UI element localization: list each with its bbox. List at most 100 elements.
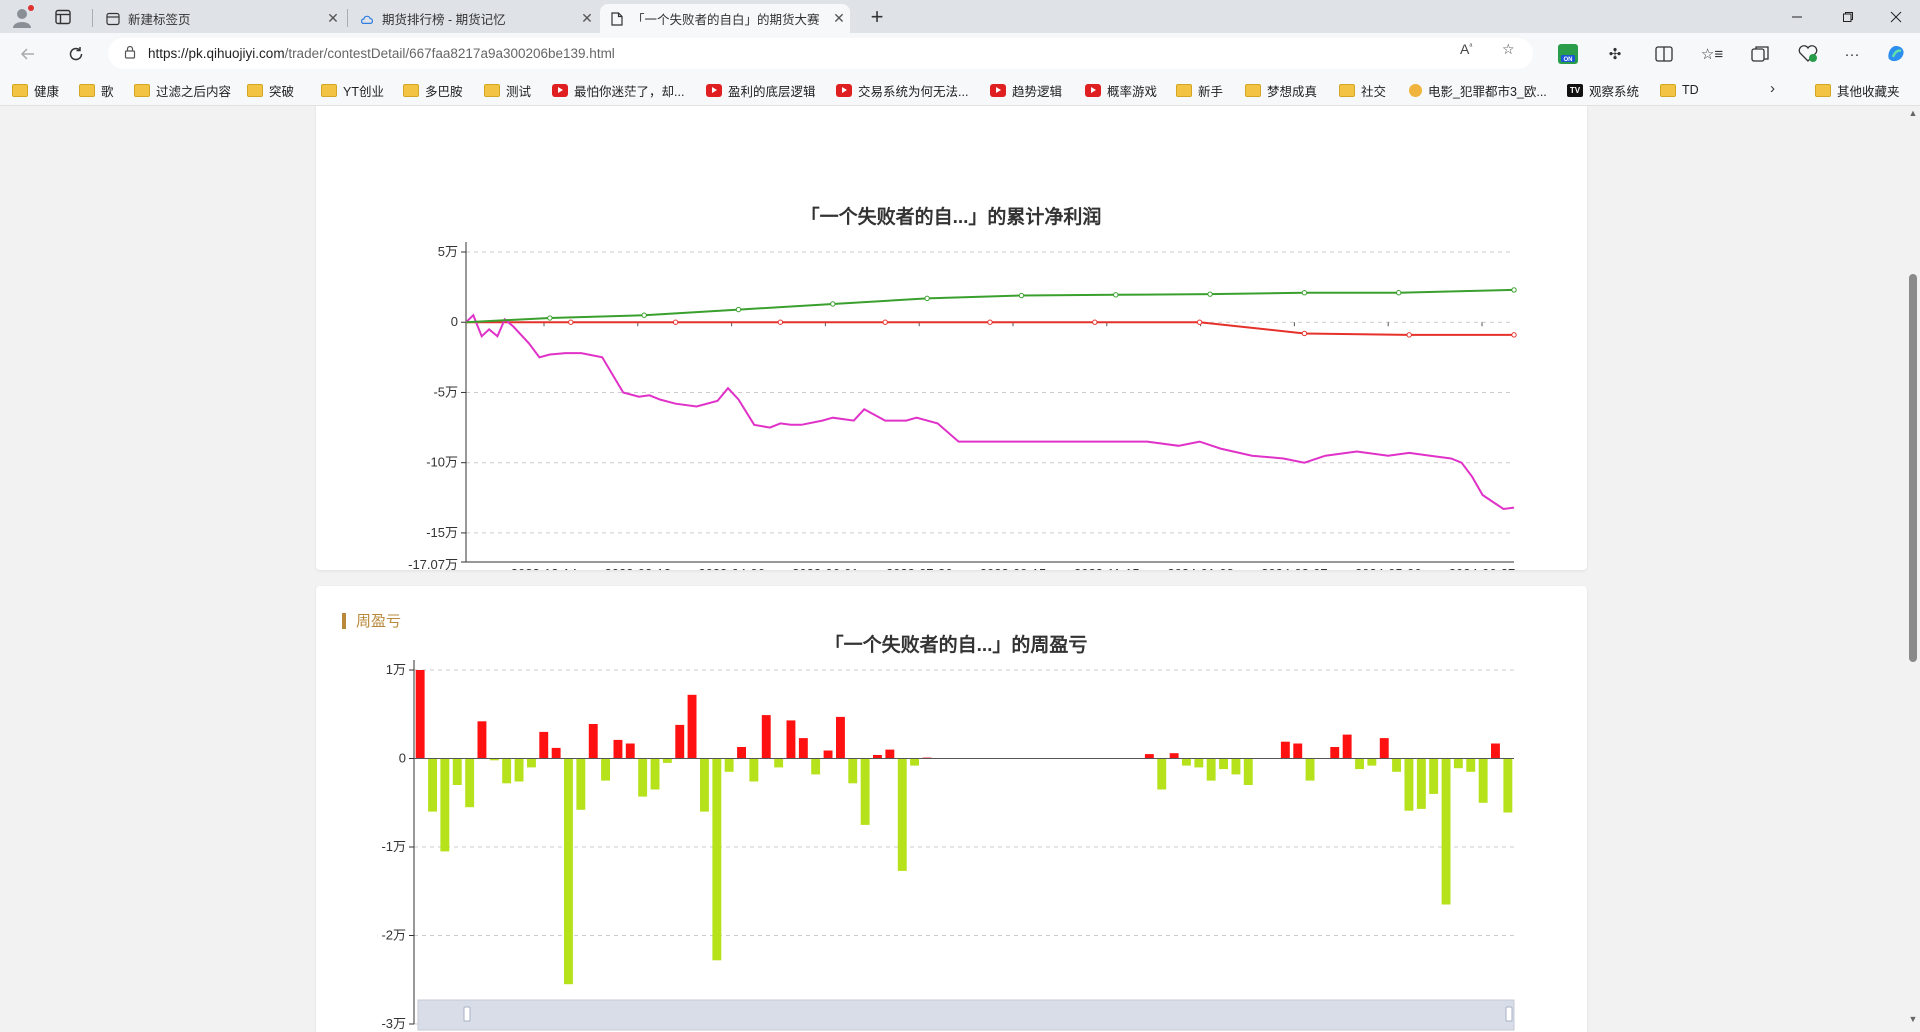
- bar[interactable]: [700, 758, 709, 812]
- bar[interactable]: [1379, 738, 1389, 759]
- bookmark-item[interactable]: 趋势逻辑: [990, 80, 1062, 100]
- bar[interactable]: [1219, 758, 1228, 770]
- bar[interactable]: [1429, 758, 1439, 794]
- bar[interactable]: [1293, 743, 1303, 759]
- bookmark-item[interactable]: 电影_犯罪都市3_欧...: [1409, 80, 1547, 100]
- bar[interactable]: [1342, 734, 1352, 759]
- bar[interactable]: [774, 758, 784, 768]
- bar[interactable]: [811, 758, 821, 775]
- bar[interactable]: [873, 755, 882, 759]
- bar[interactable]: [601, 758, 610, 781]
- bookmark-other-favorites[interactable]: 其他收藏夹: [1815, 80, 1900, 100]
- bookmark-item[interactable]: 盈利的底层逻辑: [706, 80, 816, 100]
- bar[interactable]: [650, 758, 660, 790]
- bar[interactable]: [502, 758, 512, 784]
- bar[interactable]: [514, 758, 524, 782]
- bar[interactable]: [860, 758, 870, 825]
- bar[interactable]: [1478, 758, 1488, 803]
- bar[interactable]: [539, 731, 549, 759]
- bar[interactable]: [576, 758, 586, 810]
- bar[interactable]: [712, 758, 722, 961]
- bar[interactable]: [1503, 758, 1513, 813]
- datazoom-track[interactable]: [417, 999, 1515, 1031]
- bar[interactable]: [823, 750, 833, 759]
- tab-actions-icon[interactable]: [54, 8, 72, 26]
- more-menu-icon[interactable]: ···: [1840, 42, 1864, 66]
- bar[interactable]: [910, 758, 919, 766]
- bar[interactable]: [440, 758, 450, 852]
- bookmarks-overflow-chevron-icon[interactable]: ›: [1770, 80, 1775, 97]
- bar[interactable]: [675, 724, 685, 759]
- close-tab-icon[interactable]: ✕: [576, 10, 598, 27]
- bar[interactable]: [848, 758, 858, 784]
- bookmark-item[interactable]: 测试: [484, 80, 531, 100]
- bar[interactable]: [662, 758, 672, 763]
- bar[interactable]: [737, 747, 746, 759]
- bar[interactable]: [452, 758, 462, 786]
- split-screen-icon[interactable]: [1652, 42, 1676, 66]
- bookmark-item[interactable]: 最怕你迷茫了，却...: [552, 80, 684, 100]
- bookmark-item[interactable]: 交易系统为何无法...: [836, 80, 968, 100]
- datazoom-right-handle[interactable]: [1505, 1006, 1513, 1022]
- datazoom-left-handle[interactable]: [463, 1006, 471, 1022]
- bar[interactable]: [1416, 758, 1426, 809]
- bar[interactable]: [897, 758, 907, 871]
- bar[interactable]: [724, 758, 734, 772]
- url-field[interactable]: https://pk.qihuojiyi.com/trader/contestD…: [108, 38, 1533, 69]
- tab-futures-ranking[interactable]: 期货排行榜 - 期货记忆 ✕: [350, 4, 598, 33]
- bar[interactable]: [1231, 758, 1241, 775]
- tab-new-tab[interactable]: 新建标签页 ✕: [96, 4, 344, 33]
- bar[interactable]: [1355, 758, 1364, 770]
- bar[interactable]: [638, 758, 648, 797]
- bar[interactable]: [1453, 758, 1463, 769]
- close-window-button[interactable]: [1873, 0, 1919, 33]
- bar[interactable]: [836, 716, 845, 759]
- bookmark-item[interactable]: TD: [1660, 80, 1699, 100]
- bookmark-item[interactable]: 过滤之后内容: [134, 80, 231, 100]
- extension-on-icon[interactable]: ON: [1556, 42, 1580, 66]
- bar[interactable]: [1157, 758, 1167, 790]
- bar[interactable]: [1169, 753, 1179, 759]
- refresh-button[interactable]: [60, 38, 92, 70]
- bookmark-item[interactable]: 新手: [1176, 80, 1223, 100]
- bar[interactable]: [1404, 758, 1414, 811]
- bar[interactable]: [687, 694, 697, 759]
- read-aloud-icon[interactable]: Aᵃ: [1460, 41, 1472, 57]
- bar[interactable]: [749, 758, 759, 782]
- collections-icon[interactable]: [1748, 42, 1772, 66]
- new-tab-button[interactable]: +: [864, 4, 890, 30]
- favorites-list-icon[interactable]: ☆≡: [1700, 42, 1724, 66]
- bar[interactable]: [527, 758, 536, 768]
- bar[interactable]: [1305, 758, 1315, 781]
- bookmark-item[interactable]: TV 观察系统: [1567, 80, 1639, 100]
- scrollbar-thumb[interactable]: [1909, 274, 1917, 662]
- bar[interactable]: [786, 720, 796, 759]
- bar[interactable]: [1280, 741, 1290, 759]
- bar[interactable]: [613, 739, 623, 759]
- bar[interactable]: [1243, 758, 1253, 786]
- bookmark-item[interactable]: 梦想成真: [1245, 80, 1317, 100]
- favorite-star-icon[interactable]: ☆: [1502, 41, 1515, 58]
- bar[interactable]: [798, 738, 808, 759]
- back-button[interactable]: [12, 38, 44, 70]
- close-tab-icon[interactable]: ✕: [322, 10, 344, 27]
- bar[interactable]: [551, 747, 561, 759]
- bar[interactable]: [415, 670, 425, 759]
- browser-essentials-icon[interactable]: [1796, 42, 1820, 66]
- copilot-icon[interactable]: [1884, 42, 1908, 66]
- bar[interactable]: [1491, 743, 1500, 759]
- extensions-puzzle-icon[interactable]: ✣: [1603, 42, 1627, 66]
- bar[interactable]: [1182, 758, 1191, 766]
- bar[interactable]: [1330, 747, 1340, 759]
- bar[interactable]: [885, 749, 895, 759]
- bar[interactable]: [1466, 758, 1476, 772]
- bar[interactable]: [761, 715, 771, 759]
- minimize-button[interactable]: [1774, 0, 1820, 33]
- bar[interactable]: [1367, 758, 1377, 766]
- bookmark-item[interactable]: 社交: [1339, 80, 1386, 100]
- bookmark-item[interactable]: 健康: [12, 80, 59, 100]
- bookmark-item[interactable]: 突破: [247, 80, 294, 100]
- profile-avatar[interactable]: [10, 5, 34, 29]
- bookmark-item[interactable]: 概率游戏: [1085, 80, 1157, 100]
- bar[interactable]: [428, 758, 437, 812]
